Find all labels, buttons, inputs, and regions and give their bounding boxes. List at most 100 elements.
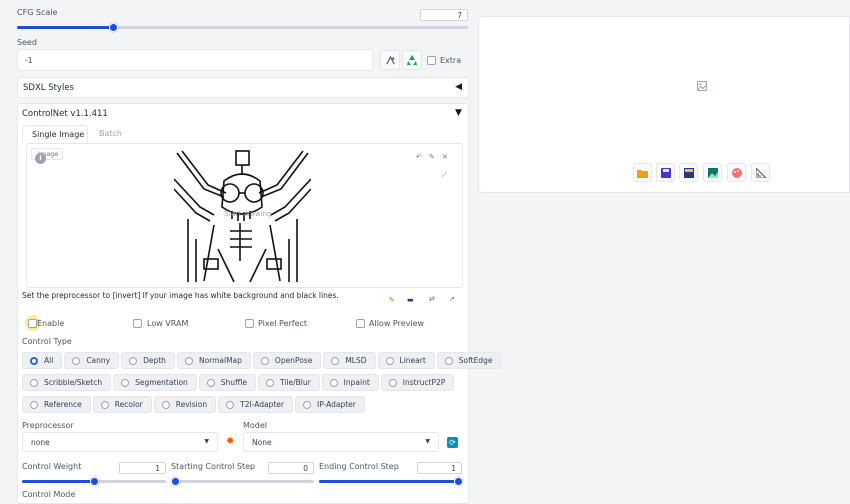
radio-normalmap[interactable]: NormalMap bbox=[176, 352, 251, 369]
radio-dot bbox=[302, 400, 311, 409]
radio-lineart[interactable]: Lineart bbox=[377, 352, 435, 369]
palette-icon bbox=[731, 167, 742, 178]
radio-dot bbox=[30, 400, 38, 409]
preprocessor-hint: Set the preprocessor to [invert] If your… bbox=[22, 291, 339, 300]
radio-dot bbox=[260, 356, 269, 365]
radio-canny[interactable]: Canny bbox=[64, 352, 120, 369]
open-folder-button[interactable] bbox=[633, 163, 652, 182]
dice-icon bbox=[385, 55, 395, 64]
radio-label: Depth bbox=[143, 356, 166, 365]
preprocessor-select[interactable]: none ▼ bbox=[22, 432, 218, 452]
radio-tile-blur[interactable]: Tile/Blur bbox=[257, 374, 320, 391]
seed-label: Seed bbox=[17, 38, 37, 47]
control-weight-label: Control Weight bbox=[22, 462, 82, 471]
starting-step-value[interactable]: 0 bbox=[268, 462, 314, 474]
enable-checkbox[interactable] bbox=[28, 319, 37, 328]
radio-shuffle[interactable]: Shuffle bbox=[198, 374, 256, 391]
info-icon[interactable]: i bbox=[35, 153, 46, 164]
model-value: None bbox=[252, 438, 272, 447]
starting-step-label: Starting Control Step bbox=[171, 462, 256, 471]
extra-checkbox[interactable] bbox=[427, 56, 436, 65]
control-weight-slider-knob[interactable] bbox=[90, 477, 99, 486]
new-canvas-icon[interactable]: ✎ bbox=[389, 296, 395, 304]
preprocessor-value: none bbox=[31, 438, 50, 447]
radio-depth[interactable]: Depth bbox=[121, 352, 175, 369]
send-to-inpaint-button[interactable] bbox=[727, 163, 746, 182]
radio-dot bbox=[129, 356, 138, 365]
control-type-row-1: All Canny Depth NormalMap OpenPose MLSD … bbox=[22, 352, 502, 369]
radio-dot bbox=[388, 378, 397, 387]
cfg-scale-value[interactable]: 7 bbox=[420, 9, 468, 21]
radio-recolor[interactable]: Recolor bbox=[92, 396, 152, 413]
cfg-scale-slider-knob[interactable] bbox=[109, 23, 118, 32]
send-to-img2img-button[interactable] bbox=[703, 163, 722, 182]
radio-softedge[interactable]: SoftEdge bbox=[436, 352, 502, 369]
radio-dot bbox=[265, 378, 274, 387]
ending-step-value[interactable]: 1 bbox=[417, 462, 462, 474]
ending-step-slider[interactable] bbox=[319, 477, 463, 486]
ending-step-slider-fill bbox=[319, 480, 462, 483]
radio-label: Revision bbox=[175, 400, 208, 409]
collapse-down-icon[interactable]: ▼ bbox=[455, 108, 462, 118]
undo-icon[interactable]: ↶ bbox=[416, 153, 422, 161]
zip-button[interactable] bbox=[679, 163, 698, 182]
sdxl-styles-accordion[interactable]: SDXL Styles ◀ bbox=[17, 77, 469, 98]
pixel-perfect-checkbox[interactable] bbox=[245, 319, 254, 328]
control-type-row-3: Reference Recolor Revision T2I-Adapter I… bbox=[22, 396, 365, 413]
controlnet-title[interactable]: ControlNet v1.1.411 bbox=[22, 109, 108, 119]
seed-input[interactable]: -1 bbox=[17, 49, 373, 71]
edit-icon[interactable]: ✎ bbox=[429, 153, 435, 161]
mirror-icon[interactable]: ⇄ bbox=[429, 295, 435, 303]
send-to-extras-button[interactable] bbox=[751, 163, 770, 182]
radio-label: Segmentation bbox=[135, 378, 188, 387]
control-type-row-2: Scribble/Sketch Segmentation Shuffle Til… bbox=[22, 374, 455, 391]
folder-icon bbox=[637, 169, 648, 178]
radio-scribble-sketch[interactable]: Scribble/Sketch bbox=[22, 374, 112, 391]
radio-ip-adapter[interactable]: IP-Adapter bbox=[294, 396, 365, 413]
image-placeholder-icon bbox=[697, 81, 707, 91]
save-button[interactable] bbox=[656, 163, 675, 182]
image-icon bbox=[707, 167, 718, 178]
control-weight-slider[interactable] bbox=[22, 477, 166, 486]
clear-icon[interactable]: ✕ bbox=[442, 153, 448, 161]
radio-label: T2I-Adapter bbox=[240, 400, 284, 409]
webcam-icon[interactable]: ▬ bbox=[407, 296, 414, 304]
run-preprocessor-icon[interactable]: ✸ bbox=[226, 436, 234, 447]
starting-step-slider-knob[interactable] bbox=[171, 477, 180, 486]
radio-label: Scribble/Sketch bbox=[44, 378, 103, 387]
radio-t2i-adapter[interactable]: T2I-Adapter bbox=[218, 396, 293, 413]
radio-revision[interactable]: Revision bbox=[153, 396, 217, 413]
radio-all[interactable]: All bbox=[22, 352, 63, 369]
ending-step-slider-knob[interactable] bbox=[454, 477, 463, 486]
radio-dot bbox=[161, 400, 170, 409]
dice-button[interactable] bbox=[380, 50, 400, 70]
low-vram-checkbox[interactable] bbox=[133, 319, 142, 328]
model-label: Model bbox=[243, 421, 268, 430]
radio-dot bbox=[121, 378, 130, 387]
radio-dot bbox=[206, 378, 215, 387]
allow-preview-checkbox[interactable] bbox=[356, 319, 365, 328]
low-vram-label: Low VRAM bbox=[147, 319, 189, 328]
radio-label: Shuffle bbox=[220, 378, 247, 387]
radio-label: SoftEdge bbox=[458, 356, 493, 365]
collapse-left-icon: ◀ bbox=[455, 82, 462, 92]
control-weight-value[interactable]: 1 bbox=[119, 462, 166, 474]
radio-dot bbox=[72, 356, 81, 365]
radio-instructp2p[interactable]: InstructP2P bbox=[380, 374, 455, 391]
model-select[interactable]: None ▼ bbox=[243, 432, 439, 452]
cfg-scale-slider[interactable] bbox=[17, 23, 468, 32]
tab-batch[interactable]: Batch bbox=[99, 129, 122, 138]
tab-single-image-label: Single Image bbox=[32, 130, 85, 139]
chevron-down-icon: ▼ bbox=[425, 438, 430, 445]
refresh-models-icon[interactable]: ⟳ bbox=[447, 437, 458, 448]
radio-mlsd[interactable]: MLSD bbox=[323, 352, 376, 369]
recycle-button[interactable] bbox=[402, 50, 422, 70]
radio-reference[interactable]: Reference bbox=[22, 396, 91, 413]
send-dimensions-icon[interactable]: ↗ bbox=[449, 295, 455, 303]
starting-step-slider[interactable] bbox=[171, 477, 314, 486]
tab-single-image[interactable]: Single Image bbox=[22, 125, 88, 143]
radio-segmentation[interactable]: Segmentation bbox=[113, 374, 197, 391]
radio-openpose[interactable]: OpenPose bbox=[252, 352, 322, 369]
brush-icon[interactable]: ⟋ bbox=[442, 171, 447, 180]
radio-inpaint[interactable]: Inpaint bbox=[321, 374, 379, 391]
